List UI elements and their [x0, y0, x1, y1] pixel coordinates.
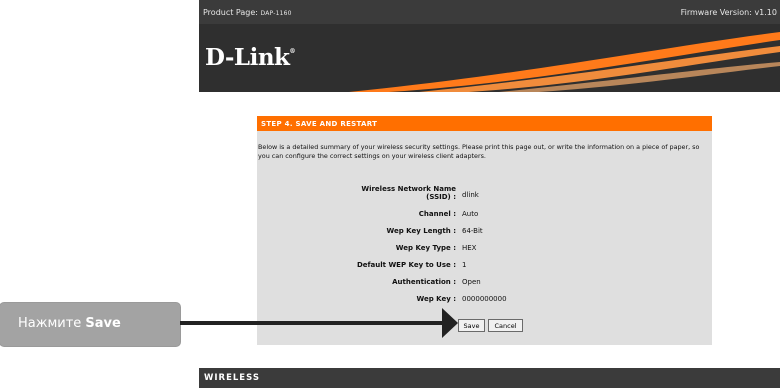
callout-text: Нажмите Save: [18, 316, 121, 331]
channel-label: Channel :: [418, 210, 456, 218]
ssid-label: Wireless Network Name (SSID) :: [361, 185, 456, 201]
authentication-value: Open: [462, 278, 481, 286]
panel-description: Below is a detailed summary of your wire…: [258, 143, 700, 160]
callout-arrow-line: [180, 321, 442, 325]
router-page: Product Page: DAP-1160 Firmware Version:…: [199, 0, 780, 388]
cancel-button[interactable]: Cancel: [488, 319, 523, 332]
authentication-label: Authentication :: [392, 278, 456, 286]
ssid-value: dlink: [462, 191, 479, 199]
wep-key-value: 0000000000: [462, 295, 507, 303]
key-length-label: Wep Key Length :: [386, 227, 456, 235]
key-type-value: HEX: [462, 244, 477, 252]
key-length-value: 64-Bit: [462, 227, 483, 235]
channel-value: Auto: [462, 210, 479, 218]
top-bar: Product Page: DAP-1160 Firmware Version:…: [199, 0, 780, 24]
footer-label: WIRELESS: [204, 373, 260, 383]
dlink-logo: D-Link®: [205, 44, 295, 71]
panel-title: STEP 4. SAVE AND RESTART: [261, 120, 378, 128]
brand-banner: D-Link®: [199, 24, 780, 92]
wep-key-label: Wep Key :: [416, 295, 456, 303]
footer-bar: WIRELESS: [199, 368, 780, 388]
product-model: DAP-1160: [260, 10, 292, 17]
callout-arrow-head: [442, 308, 458, 338]
key-type-label: Wep Key Type :: [395, 244, 456, 252]
default-key-label: Default WEP Key to Use :: [356, 261, 456, 269]
firmware-version: Firmware Version: v1.10: [680, 8, 777, 17]
save-restart-panel: STEP 4. SAVE AND RESTART Below is a deta…: [257, 116, 712, 345]
product-label: Product Page:: [203, 8, 261, 17]
default-key-value: 1: [462, 261, 467, 269]
panel-header: STEP 4. SAVE AND RESTART: [257, 116, 712, 131]
save-button[interactable]: Save: [458, 319, 485, 332]
product-page-label: Product Page: DAP-1160: [203, 8, 292, 17]
